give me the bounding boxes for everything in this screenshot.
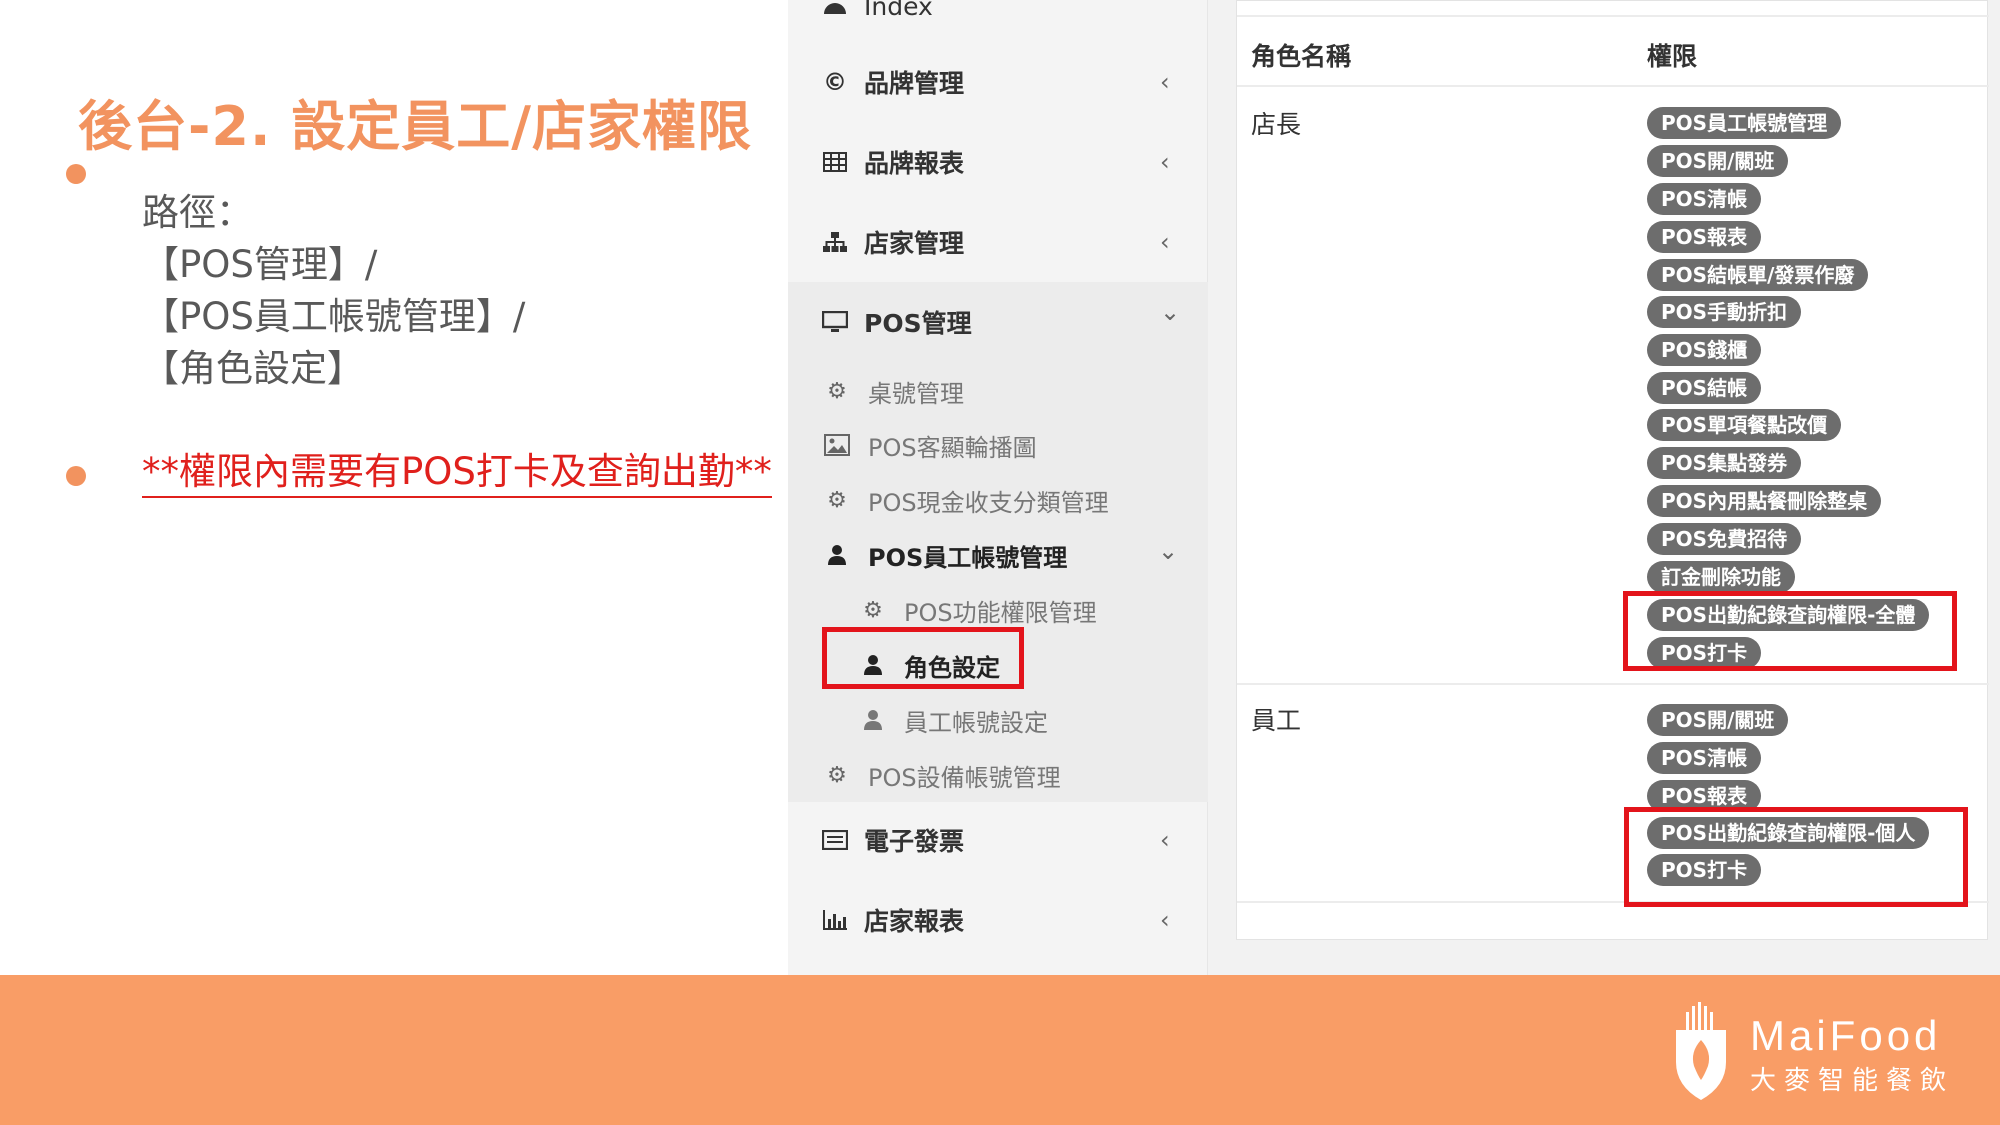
chevron-down-icon: ⌄ bbox=[1158, 537, 1179, 565]
sidebar-item-pos-permission[interactable]: ⚙ POS功能權限管理 bbox=[858, 590, 1097, 630]
sidebar-item-table-manage[interactable]: ⚙ 桌號管理 bbox=[822, 371, 964, 411]
gear-icon: ⚙ bbox=[863, 597, 883, 623]
permission-badge: POS結帳 bbox=[1647, 372, 1762, 404]
divider bbox=[1237, 85, 1989, 87]
admin-screenshot: Index © 品牌管理 ‹ 品牌報表 ‹ 店家管理 ‹ POS管理 ⌄ ⚙ 桌… bbox=[788, 0, 2000, 975]
brand-name-zh: 大麥智能餐飲 bbox=[1750, 1066, 1955, 1096]
sidebar-item-label: POS員工帳號管理 bbox=[868, 543, 1068, 572]
permission-badge: POS單項餐點改價 bbox=[1647, 409, 1842, 441]
highlight-box-staff-attendance bbox=[1624, 807, 1968, 907]
brand-name-en: MaiFood bbox=[1750, 1012, 1942, 1059]
permission-badge: POS報表 bbox=[1647, 221, 1762, 253]
path-line: 路徑： bbox=[142, 191, 253, 234]
gear-icon: ⚙ bbox=[827, 487, 847, 513]
permission-note: **權限內需要有POS打卡及查詢出勤** bbox=[142, 450, 772, 498]
sidebar-item-label: 品牌報表 bbox=[864, 149, 965, 178]
invoice-icon bbox=[820, 825, 850, 855]
sitemap-icon bbox=[820, 227, 850, 257]
path-line: 【角色設定】 bbox=[142, 347, 364, 390]
permission-badge: POS免費招待 bbox=[1647, 523, 1802, 555]
highlight-box-role-setting bbox=[822, 627, 1024, 689]
monitor-icon bbox=[820, 307, 850, 337]
permission-badge: POS集點發券 bbox=[1647, 447, 1802, 479]
copyright-icon: © bbox=[823, 68, 847, 96]
divider bbox=[1237, 683, 1989, 685]
sidebar-item-label: 店家管理 bbox=[864, 229, 965, 258]
role-name: 員工 bbox=[1251, 706, 1302, 735]
sidebar-item-store-manage[interactable]: 店家管理 ‹ bbox=[788, 222, 1208, 262]
role-table-panel: 角色名稱 權限 店長 POS員工帳號管理 POS開/關班 POS清帳 POS報表… bbox=[1236, 0, 1989, 940]
sidebar-item-label: 品牌管理 bbox=[864, 69, 965, 98]
sidebar-item-brand-report[interactable]: 品牌報表 ‹ bbox=[788, 142, 1208, 182]
highlight-box-manager-attendance bbox=[1623, 591, 1957, 671]
dashboard-icon bbox=[820, 0, 850, 21]
permission-badge: 訂金刪除功能 bbox=[1647, 561, 1795, 593]
permission-badge: POS清帳 bbox=[1647, 183, 1762, 215]
maifood-logo-icon bbox=[1676, 1002, 1726, 1100]
sidebar-item-e-invoice[interactable]: 電子發票 ‹ bbox=[788, 820, 1208, 860]
sidebar: Index © 品牌管理 ‹ 品牌報表 ‹ 店家管理 ‹ POS管理 ⌄ ⚙ 桌… bbox=[788, 0, 1208, 975]
sidebar-item-label: POS設備帳號管理 bbox=[868, 763, 1061, 792]
chevron-left-icon: ‹ bbox=[1160, 68, 1170, 96]
bar-chart-icon bbox=[820, 905, 850, 935]
sidebar-item-cash-category[interactable]: ⚙ POS現金收支分類管理 bbox=[822, 480, 1109, 520]
path-instructions: 路徑： 【POS管理】/ 【POS員工帳號管理】/ 【角色設定】 bbox=[142, 187, 525, 395]
path-line: 【POS管理】/ bbox=[142, 243, 378, 286]
sidebar-item-label: POS功能權限管理 bbox=[904, 598, 1097, 627]
divider bbox=[1237, 15, 1989, 17]
permission-badge: POS內用點餐刪除整桌 bbox=[1647, 485, 1882, 517]
sidebar-item-label: 店家報表 bbox=[864, 907, 965, 936]
sidebar-item-label: POS現金收支分類管理 bbox=[868, 488, 1109, 517]
chevron-left-icon: ‹ bbox=[1160, 906, 1170, 934]
permission-badge: POS開/關班 bbox=[1647, 704, 1789, 736]
permission-badge: POS員工帳號管理 bbox=[1647, 107, 1842, 139]
permission-badge: POS開/關班 bbox=[1647, 145, 1789, 177]
user-icon bbox=[822, 540, 852, 570]
sidebar-item-label: POS客顯輪播圖 bbox=[868, 433, 1037, 462]
gear-icon: ⚙ bbox=[827, 762, 847, 788]
slide-title: 後台-2. 設定員工/店家權限 bbox=[78, 95, 753, 158]
permission-badge: POS清帳 bbox=[1647, 742, 1762, 774]
sidebar-item-index[interactable]: Index bbox=[788, 0, 1208, 26]
column-header-permission: 權限 bbox=[1647, 42, 1698, 71]
sidebar-item-customer-carousel[interactable]: POS客顯輪播圖 bbox=[822, 425, 1037, 465]
column-header-role: 角色名稱 bbox=[1251, 42, 1352, 71]
sidebar-item-label: Index bbox=[864, 0, 933, 21]
path-line: 【POS員工帳號管理】/ bbox=[142, 295, 526, 338]
sidebar-item-staff-account-setting[interactable]: 員工帳號設定 bbox=[858, 700, 1048, 740]
table-icon bbox=[820, 147, 850, 177]
sidebar-item-label: 員工帳號設定 bbox=[904, 708, 1048, 737]
sidebar-item-pos-manage[interactable]: POS管理 ⌄ bbox=[788, 298, 1208, 342]
bullet-dot bbox=[66, 164, 86, 184]
chevron-left-icon: ‹ bbox=[1160, 228, 1170, 256]
permission-badge: POS手動折扣 bbox=[1647, 296, 1802, 328]
permission-badge: POS結帳單/發票作廢 bbox=[1647, 259, 1869, 291]
sidebar-item-label: 桌號管理 bbox=[868, 379, 964, 408]
sidebar-item-store-report[interactable]: 店家報表 ‹ bbox=[788, 900, 1208, 940]
bullet-dot bbox=[66, 466, 86, 486]
role-name: 店長 bbox=[1251, 110, 1302, 139]
chevron-left-icon: ‹ bbox=[1160, 826, 1170, 854]
image-icon bbox=[822, 430, 852, 460]
sidebar-item-staff-account-manage[interactable]: POS員工帳號管理 bbox=[822, 535, 1067, 575]
sidebar-item-label: POS管理 bbox=[864, 309, 972, 338]
sidebar-item-label: 電子發票 bbox=[864, 827, 965, 856]
sidebar-item-brand-manage[interactable]: © 品牌管理 ‹ bbox=[788, 62, 1208, 102]
chevron-left-icon: ‹ bbox=[1160, 148, 1170, 176]
sidebar-item-device-account[interactable]: ⚙ POS設備帳號管理 bbox=[822, 755, 1061, 795]
chevron-down-icon: ⌄ bbox=[1160, 298, 1181, 326]
gear-icon: ⚙ bbox=[827, 378, 847, 404]
user-icon bbox=[858, 705, 888, 735]
permission-badge: POS錢櫃 bbox=[1647, 334, 1762, 366]
